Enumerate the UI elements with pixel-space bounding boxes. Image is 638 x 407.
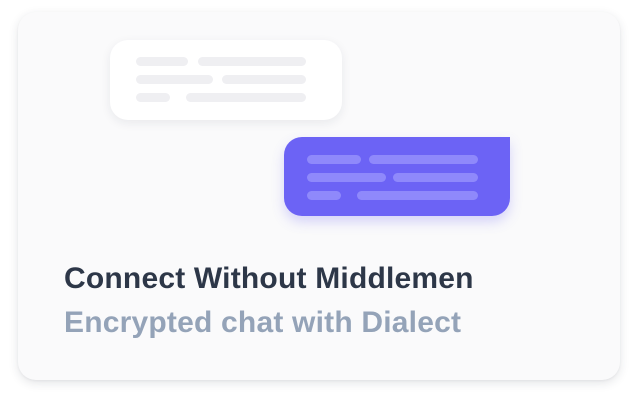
outgoing-message-bubble — [284, 137, 510, 216]
placeholder-line — [136, 57, 188, 66]
placeholder-line — [136, 75, 213, 84]
placeholder-line — [222, 75, 306, 84]
placeholder-line — [369, 155, 478, 164]
placeholder-line — [307, 173, 386, 182]
incoming-message-bubble — [110, 40, 342, 120]
placeholder-line — [307, 155, 361, 164]
placeholder-line — [357, 191, 478, 200]
placeholder-line — [198, 57, 306, 66]
placeholder-line — [186, 93, 306, 102]
placeholder-line — [307, 191, 341, 200]
card-subtitle: Encrypted chat with Dialect — [64, 306, 462, 339]
placeholder-line — [393, 173, 478, 182]
card-title: Connect Without Middlemen — [64, 262, 474, 295]
placeholder-line — [136, 93, 170, 102]
